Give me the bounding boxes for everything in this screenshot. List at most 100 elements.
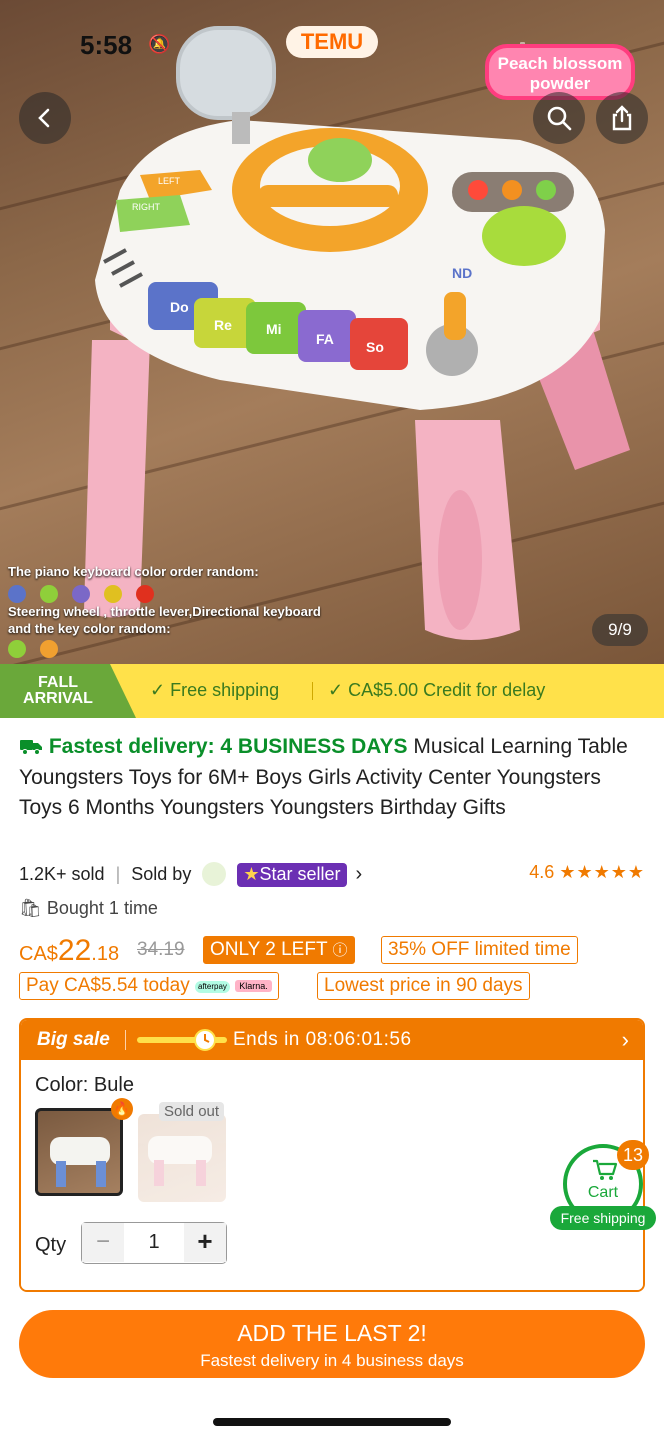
currency: CA$ — [19, 943, 58, 965]
credit-text: CA$5.00 Credit for delay — [348, 680, 546, 700]
fastest-text: Fastest delivery: 4 BUSINESS DAYS — [48, 735, 408, 758]
divider: | — [115, 864, 121, 884]
add-to-cart-button[interactable]: ADD THE LAST 2! Fastest delivery in 4 bu… — [19, 1310, 645, 1378]
seller-avatar[interactable] — [202, 862, 227, 886]
decrement-button[interactable]: − — [82, 1223, 124, 1262]
promo-strip: FALL ARRIVAL ✓ Free shipping ✓ CA$5.00 C… — [0, 664, 664, 718]
seller-row: 1.2K+ sold | Sold by ★Star seller › 4.6 … — [19, 862, 645, 890]
svg-text:So: So — [366, 339, 384, 355]
sold-out-badge: Sold out — [159, 1102, 225, 1121]
increment-button[interactable]: + — [184, 1223, 226, 1262]
thumb-leg — [196, 1160, 206, 1186]
discount-badge: 35% OFF limited time — [381, 936, 578, 964]
big-sale-header[interactable]: Big sale Ends in 08:06:01:56 › — [21, 1020, 643, 1060]
svg-text:Re: Re — [214, 317, 232, 333]
divider — [125, 1030, 126, 1050]
color-dot — [40, 640, 58, 658]
badge-line-2: ARRIVAL — [23, 690, 93, 707]
svg-text:ND: ND — [452, 265, 472, 281]
color-dot — [40, 585, 58, 603]
bell-mute-icon: 🔕 — [148, 34, 171, 54]
sale-card: Big sale Ends in 08:06:01:56 › Color: Bu… — [19, 1018, 645, 1292]
lowest-price-badge: Lowest price in 90 days — [317, 972, 530, 1000]
check-icon: ✓ — [150, 680, 166, 700]
variant-panel: Color: Bule 🔥 Sold out Qty − 1 + — [21, 1060, 643, 1290]
chevron-right-icon: › — [621, 1027, 629, 1052]
chevron-left-icon — [38, 108, 50, 128]
afterpay-logo: afterpay — [195, 981, 230, 993]
thumb-leg — [56, 1161, 66, 1187]
chevron-right-icon[interactable]: › — [356, 863, 363, 885]
color-dot — [136, 585, 154, 603]
svg-text:Mi: Mi — [266, 321, 282, 337]
sold-count: 1.2K+ sold — [19, 864, 105, 884]
image-caption-keyboard: The piano keyboard color order random: — [8, 564, 259, 579]
color-label: Color: Bule — [35, 1074, 134, 1096]
original-price: 34.19 — [137, 939, 185, 960]
free-shipping-note: ✓ Free shipping — [150, 680, 279, 701]
fall-arrival-badge: FALL ARRIVAL — [0, 664, 136, 718]
svg-text:LEFT: LEFT — [158, 176, 181, 186]
color-dot — [8, 640, 26, 658]
star-seller-badge[interactable]: ★Star seller — [237, 863, 347, 887]
search-icon — [547, 106, 572, 131]
sold-by-label: Sold by — [131, 864, 192, 884]
stock-badge[interactable]: ONLY 2 LEFT ⓘ — [203, 936, 355, 964]
share-button[interactable] — [596, 92, 648, 144]
color-dot — [8, 585, 26, 603]
price-row: CA$22.18 34.19 ONLY 2 LEFT ⓘ 35% OFF lim… — [19, 930, 649, 968]
price-whole: 22 — [57, 934, 92, 967]
divider — [312, 682, 313, 700]
image-counter: 9/9 — [592, 614, 648, 646]
image-caption-wheel: Steering wheel , throttle lever,Directio… — [8, 604, 321, 619]
truck-icon — [20, 740, 42, 755]
svg-text:RIGHT: RIGHT — [132, 202, 161, 212]
badge-line-1: FALL — [38, 674, 78, 691]
product-title: Fastest delivery: 4 BUSINESS DAYS Musica… — [19, 732, 649, 824]
fastest-delivery: Fastest delivery: 4 BUSINESS DAYS — [19, 735, 413, 758]
image-caption-wheel-2: and the key color random: — [8, 621, 171, 636]
clock: 5:58 — [80, 30, 133, 60]
pay-today-text: Pay CA$5.54 today — [26, 975, 190, 996]
qty-label: Qty — [35, 1234, 67, 1256]
home-indicator[interactable] — [213, 1418, 451, 1426]
bought-note: 🛍 Bought 1 time — [19, 898, 158, 919]
app-return-pill[interactable]: TEMU — [286, 26, 378, 58]
variant-thumb-blue[interactable] — [35, 1108, 123, 1196]
thumb-leg — [96, 1161, 106, 1187]
rating[interactable]: 4.6 ★★★★★ — [529, 862, 645, 883]
color-dot — [72, 585, 90, 603]
svg-text:FA: FA — [316, 331, 334, 347]
star-rating-icon: ★★★★★ — [559, 862, 645, 882]
countdown: Ends in 08:06:01:56 — [233, 1029, 412, 1050]
credit-note: ✓ CA$5.00 Credit for delay — [328, 680, 545, 701]
pay-today-badge[interactable]: Pay CA$5.54 today afterpay Klarna. — [19, 972, 279, 1000]
cart-count-badge: 13 — [617, 1140, 649, 1170]
bought-text: Bought 1 time — [46, 898, 158, 918]
current-price: CA$22.18 — [19, 934, 119, 968]
back-button[interactable] — [19, 92, 71, 144]
big-sale-label: Big sale — [37, 1029, 110, 1050]
fire-icon: 🔥 — [111, 1098, 133, 1120]
clock-icon — [194, 1029, 216, 1051]
help-icon: ⓘ — [332, 942, 348, 959]
cart-icon — [593, 1159, 618, 1180]
cart-free-shipping: Free shipping — [550, 1206, 656, 1230]
qty-value[interactable]: 1 — [124, 1223, 184, 1262]
star-icon: ★ — [243, 864, 260, 884]
svg-text:Do: Do — [170, 299, 189, 315]
search-button[interactable] — [533, 92, 585, 144]
bag-icon: 🛍 — [19, 898, 42, 918]
color-dot — [104, 585, 122, 603]
cta-main: ADD THE LAST 2! — [237, 1320, 427, 1346]
rating-value: 4.6 — [529, 862, 555, 882]
check-icon: ✓ — [328, 680, 344, 700]
cart-label: Cart — [587, 1184, 619, 1201]
variant-thumb-pink[interactable] — [138, 1114, 226, 1202]
stock-text: ONLY 2 LEFT — [210, 939, 328, 960]
free-shipping-text: Free shipping — [170, 680, 280, 700]
share-icon — [612, 105, 632, 131]
cta-sub: Fastest delivery in 4 business days — [200, 1351, 464, 1370]
star-seller-text: Star seller — [259, 864, 341, 884]
product-image[interactable]: LEFT RIGHT Do Re Mi FA So ND 5:58 🔕 TEMU… — [0, 0, 664, 664]
